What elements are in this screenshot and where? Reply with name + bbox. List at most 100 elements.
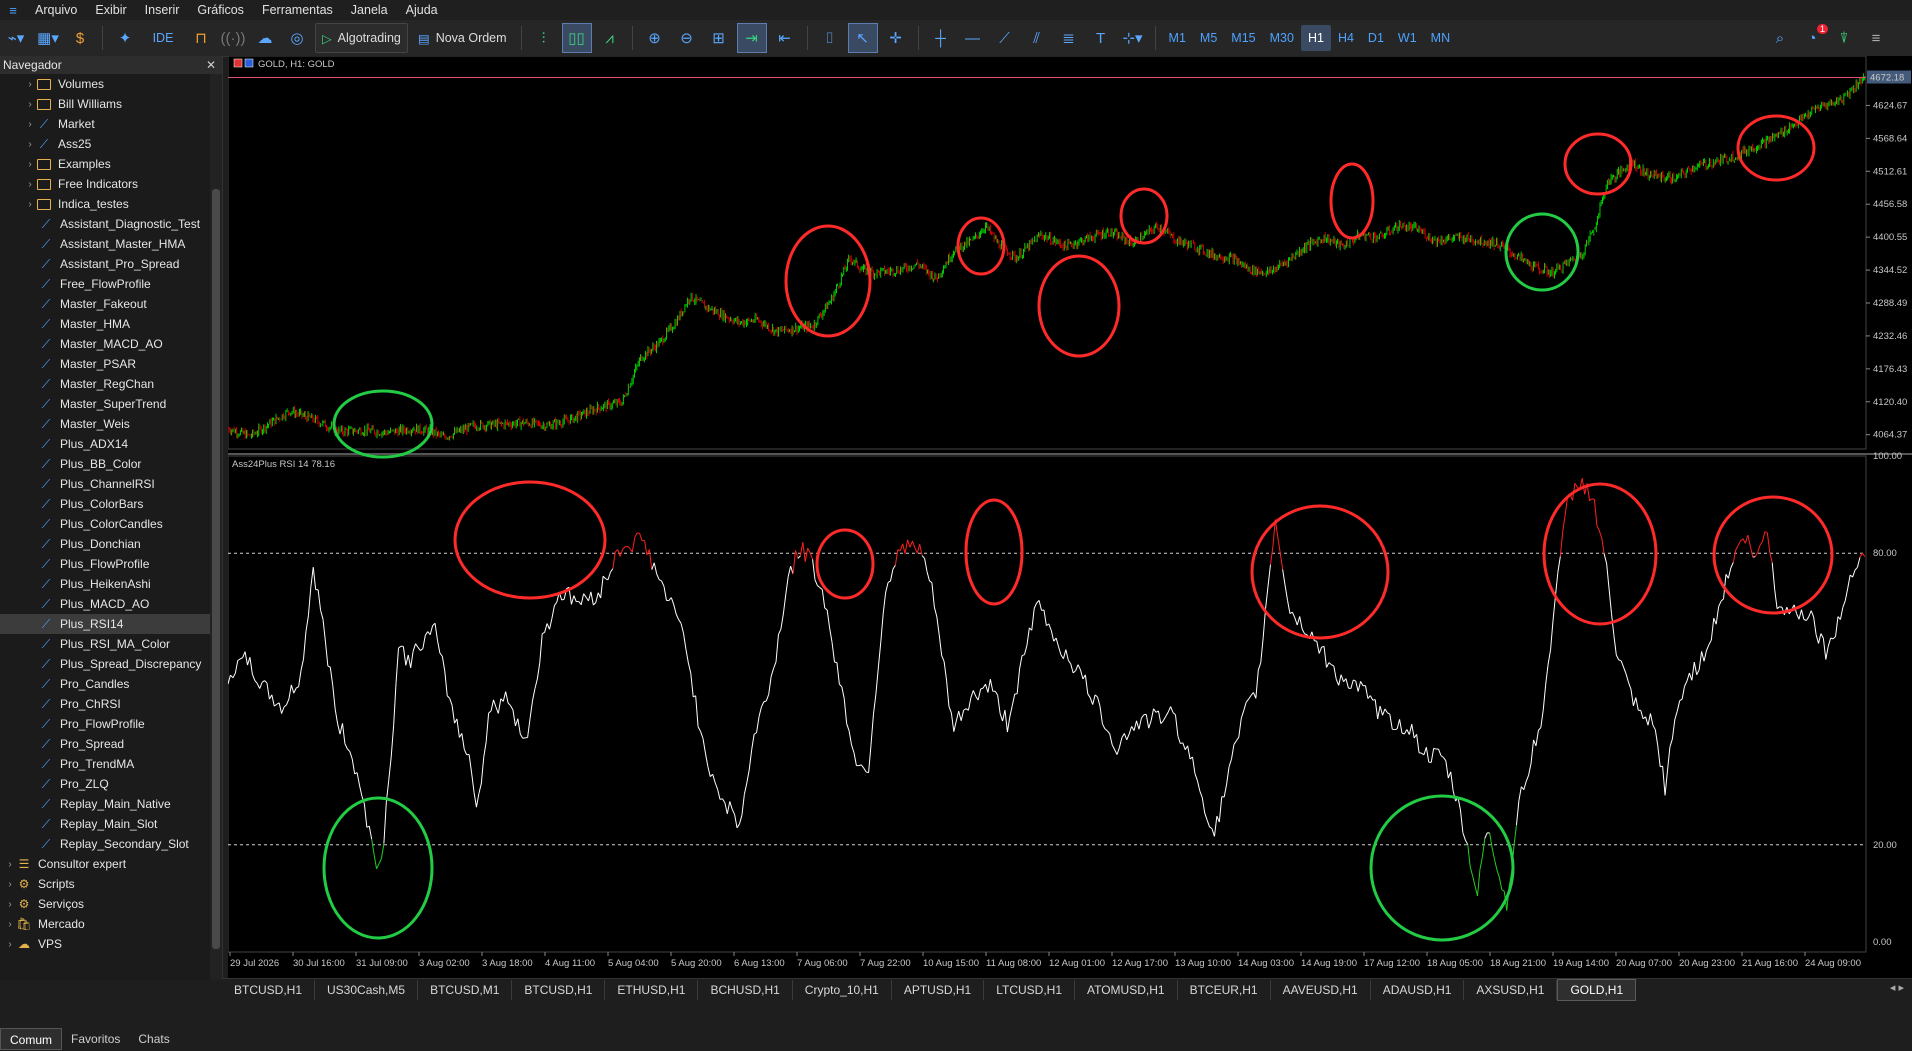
symbol-tab[interactable]: BTCUSD,H1 [512, 980, 605, 1000]
channel-icon[interactable]: ⫽ [1023, 24, 1051, 52]
navigator-item[interactable]: ⟋Plus_RSI_MA_Color [0, 634, 210, 654]
signal-strength-icon[interactable]: ⍒ [1830, 24, 1858, 52]
navigator-item[interactable]: ⟋Master_Fakeout [0, 294, 210, 314]
symbol-tab[interactable]: ETHUSD,H1 [605, 980, 698, 1000]
vps-icon[interactable]: ◎ [283, 24, 311, 52]
symbol-tab[interactable]: AAVEUSD,H1 [1271, 980, 1371, 1000]
new-order-button[interactable]: ▤ Nova Ordem [412, 24, 513, 52]
fibonacci-icon[interactable]: ≣ [1055, 24, 1083, 52]
shapes-icon[interactable]: ⊹▾ [1119, 24, 1147, 52]
symbol-tab[interactable]: ADAUSD,H1 [1371, 980, 1465, 1000]
navigator-item[interactable]: ⟋Plus_ColorCandles [0, 514, 210, 534]
navigator-item[interactable]: ⟋Master_MACD_AO [0, 334, 210, 354]
new-chart-icon[interactable]: ⌁▾ [2, 24, 30, 52]
symbol-tab[interactable]: BTCUSD,H1 [222, 980, 315, 1000]
expand-arrow-icon[interactable]: › [24, 199, 36, 210]
search-icon[interactable]: ⌕ [1766, 24, 1794, 52]
menu-icon[interactable]: ≡ [1862, 24, 1890, 52]
cloud-icon[interactable]: ☁ [251, 24, 279, 52]
menu-graficos[interactable]: Gráficos [188, 0, 253, 20]
symbol-tab[interactable]: BTCEUR,H1 [1178, 980, 1271, 1000]
algotrading-button[interactable]: ▷ Algotrading [315, 23, 408, 53]
timeframe-m30[interactable]: M30 [1263, 25, 1301, 51]
trading-icon[interactable]: $ [66, 24, 94, 52]
navigator-item[interactable]: ⟋Assistant_Master_HMA [0, 234, 210, 254]
timeframe-m15[interactable]: M15 [1224, 25, 1262, 51]
expand-arrow-icon[interactable]: › [24, 159, 36, 170]
navigator-item[interactable]: ›☰Consultor expert [0, 854, 210, 874]
menu-exibir[interactable]: Exibir [86, 0, 135, 20]
navigator-item[interactable]: ⟋Plus_ChannelRSI [0, 474, 210, 494]
navigator-item[interactable]: ›⟋Market [0, 114, 210, 134]
navigator-item[interactable]: ⟋Pro_FlowProfile [0, 714, 210, 734]
navigator-item[interactable]: ⟋Master_PSAR [0, 354, 210, 374]
timeframe-m5[interactable]: M5 [1193, 25, 1224, 51]
scrollbar-thumb[interactable] [212, 189, 220, 949]
navigator-item[interactable]: ⟋Plus_RSI14 [0, 614, 210, 634]
zoom-out-icon[interactable]: ⊖ [673, 24, 701, 52]
expand-arrow-icon[interactable]: › [24, 79, 36, 90]
grid-icon[interactable]: ⊞ [705, 24, 733, 52]
expand-arrow-icon[interactable]: › [4, 879, 16, 890]
navigator-item[interactable]: ⟋Master_RegChan [0, 374, 210, 394]
vertical-line-icon[interactable]: ┼ [927, 24, 955, 52]
zoom-in-icon[interactable]: ⊕ [641, 24, 669, 52]
text-tool-icon[interactable]: T [1087, 24, 1115, 52]
expand-arrow-icon[interactable]: › [4, 939, 16, 950]
navigator-item[interactable]: ⟋Replay_Main_Native [0, 794, 210, 814]
symbol-tab[interactable]: BTCUSD,M1 [418, 980, 512, 1000]
expand-arrow-icon[interactable]: › [4, 919, 16, 930]
expand-arrow-icon[interactable]: › [24, 119, 36, 130]
expand-arrow-icon[interactable]: › [24, 179, 36, 190]
menu-janela[interactable]: Janela [342, 0, 397, 20]
market-bag-icon[interactable]: ⊓ [187, 24, 215, 52]
symbol-tab[interactable]: US30Cash,M5 [315, 980, 418, 1000]
navigator-item[interactable]: ›Volumes [0, 74, 210, 94]
menu-arquivo[interactable]: Arquivo [26, 0, 86, 20]
chart-shift-icon[interactable]: ⇤ [771, 24, 799, 52]
navigator-item[interactable]: ⟋Plus_BB_Color [0, 454, 210, 474]
candlestick-icon[interactable]: ▯▯ [562, 23, 592, 53]
symbol-tab[interactable]: AXSUSD,H1 [1464, 980, 1557, 1000]
navigator-item[interactable]: ⟋Pro_TrendMA [0, 754, 210, 774]
navigator-item[interactable]: ›🛍Mercado [0, 914, 210, 934]
navigator-item[interactable]: ⟋Master_HMA [0, 314, 210, 334]
symbol-tab-active[interactable]: GOLD,H1 [1557, 979, 1636, 1001]
navigator-item[interactable]: ⟋Plus_ADX14 [0, 434, 210, 454]
notifications-icon[interactable]: ◔ 1 [1798, 24, 1826, 52]
navigator-item[interactable]: ›☁VPS [0, 934, 210, 954]
expand-arrow-icon[interactable]: › [4, 899, 16, 910]
close-icon[interactable]: ✕ [206, 58, 216, 72]
horizontal-line-icon[interactable]: — [959, 24, 987, 52]
navigator-scrollbar[interactable] [210, 74, 222, 980]
chart-canvas[interactable]: GOLD, H1: GOLD4624.674568.644512.614456.… [228, 56, 1912, 978]
signal-icon[interactable]: ((·)) [219, 24, 247, 52]
navigator-item[interactable]: ›Examples [0, 154, 210, 174]
menu-ferramentas[interactable]: Ferramentas [253, 0, 342, 20]
crosshair-icon[interactable]: ✛ [882, 24, 910, 52]
navigator-item[interactable]: ⟋Plus_HeikenAshi [0, 574, 210, 594]
navigator-item[interactable]: ⟋Replay_Secondary_Slot [0, 834, 210, 854]
navigator-item[interactable]: ⟋Master_SuperTrend [0, 394, 210, 414]
tab-chats[interactable]: Chats [129, 1028, 178, 1050]
navigator-item[interactable]: ⟋Pro_Candles [0, 674, 210, 694]
symbol-tab[interactable]: LTCUSD,H1 [984, 980, 1075, 1000]
navigator-item[interactable]: ⟋Pro_ZLQ [0, 774, 210, 794]
timeframe-h4[interactable]: H4 [1331, 25, 1361, 51]
timeframe-mn[interactable]: MN [1424, 25, 1457, 51]
menu-ajuda[interactable]: Ajuda [397, 0, 447, 20]
trendline-icon[interactable]: ⟋ [991, 24, 1019, 52]
navigator-item[interactable]: ⟋Free_FlowProfile [0, 274, 210, 294]
symbol-tab[interactable]: BCHUSD,H1 [698, 980, 792, 1000]
navigator-item[interactable]: ›⚙Scripts [0, 874, 210, 894]
navigator-item[interactable]: ›⚙Serviços [0, 894, 210, 914]
app-logo-icon[interactable]: ≡ [0, 0, 26, 20]
symbol-tab[interactable]: Crypto_10,H1 [793, 980, 892, 1000]
tab-comum[interactable]: Comum [0, 1028, 62, 1050]
cursor-icon[interactable]: ↖ [848, 23, 878, 53]
navigator-item[interactable]: ⟋Replay_Main_Slot [0, 814, 210, 834]
navigator-item[interactable]: ⟋Assistant_Pro_Spread [0, 254, 210, 274]
tab-scroll-arrows[interactable]: ◂ ▸ [1890, 981, 1904, 994]
menu-inserir[interactable]: Inserir [136, 0, 189, 20]
navigator-item[interactable]: ⟋Plus_Spread_Discrepancy [0, 654, 210, 674]
